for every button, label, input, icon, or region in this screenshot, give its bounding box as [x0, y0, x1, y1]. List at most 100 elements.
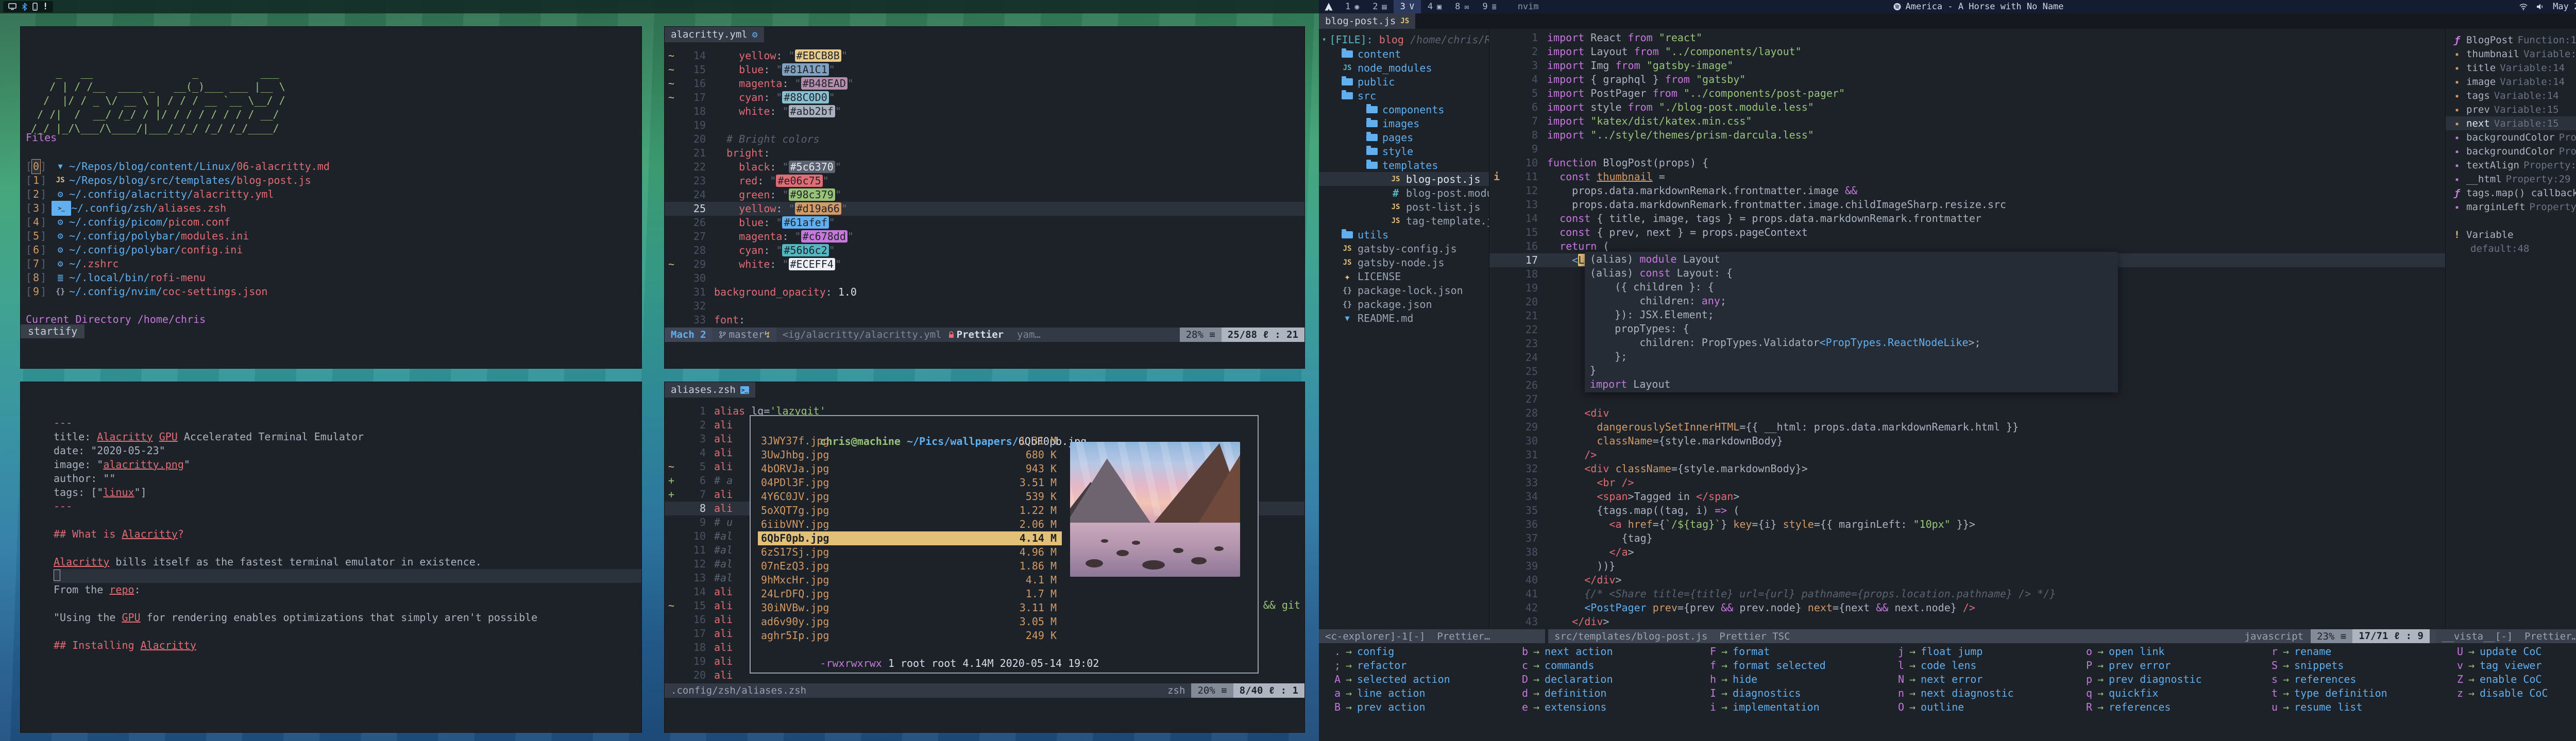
which-key-item[interactable]: N→next error	[1891, 673, 2079, 686]
tree-item[interactable]: public	[1319, 75, 1489, 89]
tree-item[interactable]: JS tag-template.js	[1319, 214, 1489, 228]
symbol-item[interactable]: default:48	[2446, 242, 2576, 255]
symbol-item[interactable]: ƒ tags.map() callback Funct	[2446, 186, 2576, 200]
startify-entry[interactable]: [8] ≣ ~/.local/bin/rofi-menu	[26, 271, 636, 285]
which-key-item[interactable]: b→next action	[1515, 645, 1703, 659]
symbol-item[interactable]: ▪ next Variable:15	[2446, 116, 2576, 130]
tree-item[interactable]: components	[1319, 102, 1489, 116]
buffer-tab[interactable]: alacritty.yml ⚙	[665, 27, 764, 42]
which-key-item[interactable]: p→prev diagnostic	[2079, 673, 2264, 686]
which-key-item[interactable]: s→references	[2264, 673, 2450, 686]
which-key-item[interactable]: B→prev action	[1327, 700, 1515, 714]
workspace-button[interactable]: 2 ▤	[1366, 0, 1393, 13]
symbol-item[interactable]: ƒ BlogPost Function:10	[2446, 33, 2576, 47]
file-row[interactable]: 9hMxcHr.jpg 4.1 M	[758, 573, 1062, 587]
file-row[interactable]: 6zS17Sj.jpg 4.96 M	[758, 545, 1062, 559]
tree-item[interactable]: # blog-post.module.le	[1319, 186, 1489, 200]
file-row[interactable]: 4Y6C0JV.jpg 539 K	[758, 490, 1062, 504]
file-row[interactable]: 3JWY37f.jpg 1.31 M	[758, 434, 1062, 448]
which-key-item[interactable]: .→config	[1327, 645, 1515, 659]
file-row[interactable]: 3UwJhbg.jpg 680 K	[758, 448, 1062, 462]
symbol-item[interactable]: ▪ tags Variable:14	[2446, 89, 2576, 102]
file-row[interactable]: 6QbF0pb.jpg 4.14 M	[758, 531, 1062, 545]
tree-item[interactable]: JS blog-post.js	[1319, 172, 1489, 186]
file-row[interactable]: 6iibVNY.jpg 2.06 M	[758, 518, 1062, 531]
file-row[interactable]: aghr5Ip.jpg 249 K	[758, 629, 1062, 643]
tree-item[interactable]: utils	[1319, 228, 1489, 242]
symbol-item[interactable]: ▪ title Variable:14	[2446, 61, 2576, 75]
tree-item[interactable]: JS gatsby-node.js	[1319, 255, 1489, 269]
music-module[interactable]: America - A Horse with No Name	[1893, 2, 2063, 12]
tree-item[interactable]: {} package.json	[1319, 297, 1489, 311]
buffer-tab[interactable]: aliases.zsh >_	[665, 382, 755, 398]
workspace-button[interactable]: 9 ≣	[1476, 0, 1503, 13]
which-key-item[interactable]: l→code lens	[1891, 659, 2079, 673]
which-key-item[interactable]: F→format	[1703, 645, 1891, 659]
which-key-item[interactable]: c→commands	[1515, 659, 1703, 673]
phone-icon[interactable]	[32, 3, 38, 11]
tree-item[interactable]: templates	[1319, 158, 1489, 172]
symbol-item[interactable]: ! Variable	[2446, 228, 2576, 242]
which-key-item[interactable]: t→type definition	[2264, 686, 2450, 700]
which-key-item[interactable]: u→resume list	[2264, 700, 2450, 714]
which-key-item[interactable]: d→definition	[1515, 686, 1703, 700]
startify-entry[interactable]: [1] JS ~/Repos/blog/src/templates/blog-p…	[26, 174, 636, 187]
startify-entry[interactable]: [3] >_ ~/.config/zsh/aliases.zsh	[26, 201, 636, 215]
tree-item[interactable]: content	[1319, 47, 1489, 61]
file-row[interactable]: 24LrDFQ.jpg 1.7 M	[758, 587, 1062, 601]
tree-item[interactable]: ✦ LICENSE	[1319, 269, 1489, 283]
tree-item[interactable]: images	[1319, 116, 1489, 130]
startify-entry[interactable]: [9] {} ~/.config/nvim/coc-settings.json	[26, 285, 636, 299]
file-row[interactable]: 4bORVJa.jpg 943 K	[758, 462, 1062, 476]
which-key-item[interactable]: ;→refactor	[1327, 659, 1515, 673]
which-key-item[interactable]: f→format selected	[1703, 659, 1891, 673]
symbol-item[interactable]: ▪ marginLeft Property:36	[2446, 200, 2576, 214]
tree-item[interactable]: ▼ README.md	[1319, 311, 1489, 325]
which-key-item[interactable]: a→line action	[1327, 686, 1515, 700]
which-key-item[interactable]: r→rename	[2264, 645, 2450, 659]
tree-item[interactable]: {} package-lock.json	[1319, 283, 1489, 297]
which-key-item[interactable]: S→snippets	[2264, 659, 2450, 673]
which-key-item[interactable]: e→extensions	[1515, 700, 1703, 714]
symbol-item[interactable]: ▪ prev Variable:15	[2446, 102, 2576, 116]
tab-blog-post[interactable]: blog-post.js JS	[1319, 13, 1415, 29]
which-key-item[interactable]: v→tag viewer	[2450, 659, 2576, 673]
which-key-item[interactable]: O→outline	[1891, 700, 2079, 714]
symbol-item[interactable]: ▪ backgroundColor Property:2	[2446, 130, 2576, 144]
workspace-button[interactable]: 3 V	[1394, 0, 1421, 13]
which-key-item[interactable]: I→diagnostics	[1703, 686, 1891, 700]
symbol-item[interactable]: ▪ textAlign Property:25	[2446, 158, 2576, 172]
which-key-item[interactable]: z→disable CoC	[2450, 686, 2576, 700]
which-key-item[interactable]: D→declaration	[1515, 673, 1703, 686]
display-icon[interactable]	[8, 3, 16, 10]
tree-item[interactable]: JS gatsby-config.js	[1319, 242, 1489, 255]
workspace-button[interactable]: 1 ◉	[1338, 0, 1366, 13]
symbol-item[interactable]: ▪ image Variable:14	[2446, 75, 2576, 89]
system-tray[interactable]: !	[3, 1, 53, 12]
which-key-item[interactable]: Z→enable CoC	[2450, 673, 2576, 686]
startify-entry[interactable]: [7] ⚙ ~/.zshrc	[26, 257, 636, 271]
volume-icon[interactable]	[2536, 3, 2545, 10]
startify-entry[interactable]: [6] ⚙ ~/.config/polybar/config.ini	[26, 243, 636, 257]
which-key-item[interactable]: h→hide	[1703, 673, 1891, 686]
tree-item[interactable]: src	[1319, 89, 1489, 102]
which-key-item[interactable]: n→next diagnostic	[1891, 686, 2079, 700]
which-key-item[interactable]: R→references	[2079, 700, 2264, 714]
bluetooth-icon[interactable]	[22, 3, 27, 11]
file-row[interactable]: ad6v90y.jpg 3.05 M	[758, 615, 1062, 629]
startify-entry[interactable]: [4] ⚙ ~/.config/picom/picom.conf	[26, 215, 636, 229]
workspace-button[interactable]: 4 ▣	[1421, 0, 1448, 13]
tree-item[interactable]: pages	[1319, 130, 1489, 144]
symbol-item[interactable]: ▪ thumbnail Variable:11	[2446, 47, 2576, 61]
workspace-button[interactable]: 8 ✉	[1448, 0, 1476, 13]
startify-entry[interactable]: [2] ⚙ ~/.config/alacritty/alacritty.yml	[26, 187, 636, 201]
which-key-item[interactable]: j→float jump	[1891, 645, 2079, 659]
tree-item[interactable]: JS node_modules	[1319, 61, 1489, 75]
file-row[interactable]: 04PDl3F.jpg 3.51 M	[758, 476, 1062, 490]
which-key-item[interactable]: i→implementation	[1703, 700, 1891, 714]
wifi-icon[interactable]	[2519, 3, 2528, 10]
which-key-item[interactable]: U→update CoC	[2450, 645, 2576, 659]
symbol-item[interactable]	[2446, 214, 2576, 228]
symbol-item[interactable]: ▪ __html Property:29	[2446, 172, 2576, 186]
tree-root[interactable]: ▾ [FILE]: blog /home/chris/Rep	[1319, 33, 1489, 47]
